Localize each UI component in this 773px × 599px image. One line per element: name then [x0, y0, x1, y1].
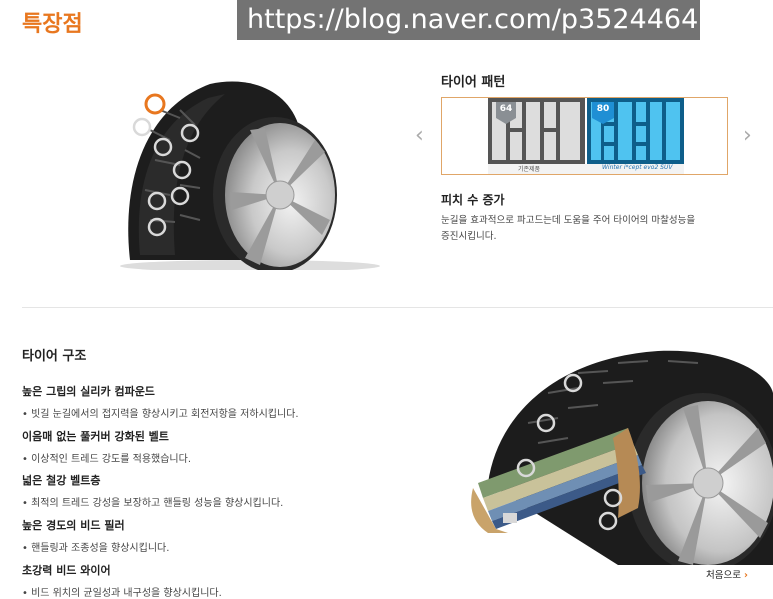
tread-pattern-panel: 64 80 기존제품 Winter i*cept evo2 SUV — [441, 97, 728, 175]
chevron-left-icon[interactable]: ‹ — [415, 123, 424, 148]
feature-heading: 높은 경도의 비드 필러 — [22, 519, 125, 532]
watermark: https://blog.naver.com/p3524464 — [237, 0, 700, 40]
left-pitch-badge: 64 — [499, 104, 513, 114]
feature-item: 높은 그립의 실리카 컴파운드 • 빗길 눈길에서의 접지력을 향상시키고 회전… — [22, 383, 299, 420]
structure-title: 타이어 구조 — [22, 349, 87, 364]
feature-desc: • 이상적인 트레드 강도를 적용했습니다. — [22, 454, 191, 465]
feature-desc: • 빗길 눈길에서의 접지력을 향상시키고 회전저항을 저하시킵니다. — [22, 409, 299, 420]
first-link[interactable]: 처음으로 › — [706, 567, 748, 581]
tread-compare-image — [488, 98, 684, 174]
pitch-desc-line1: 눈길을 효과적으로 파고드는데 도움을 주어 타이어의 마찰성능을 — [441, 215, 696, 226]
page-title: 특장점 — [22, 12, 83, 37]
tire-cutaway-image — [471, 350, 773, 565]
chevron-right-icon: › — [743, 570, 748, 581]
tire-tread-image — [120, 81, 380, 270]
feature-item: 초강력 비드 와이어 • 비드 위치의 균일성과 내구성을 향상시킵니다. — [22, 562, 222, 599]
feature-item: 높은 경도의 비드 필러 • 핸들링과 조종성을 향상시킵니다. — [22, 517, 169, 554]
feature-heading: 높은 그립의 실리카 컴파운드 — [22, 385, 155, 398]
tread-pattern-label: 타이어 패턴 — [441, 75, 506, 90]
feature-item: 넓은 철강 벨트층 • 최적의 트레드 강성을 보장하고 핸들링 성능을 향상시… — [22, 472, 283, 509]
pitch-desc-line2: 증진시킵니다. — [441, 231, 497, 242]
section-divider — [22, 307, 773, 308]
feature-heading: 넓은 철강 벨트층 — [22, 474, 101, 487]
pitch-title: 피치 수 증가 — [441, 193, 505, 207]
feature-heading: 이음매 없는 풀커버 강화된 벨트 — [22, 430, 169, 443]
left-caption: 기존제품 — [518, 166, 541, 173]
right-pitch-badge: 80 — [596, 104, 610, 114]
feature-heading: 초강력 비드 와이어 — [22, 564, 111, 577]
feature-item: 이음매 없는 풀커버 강화된 벨트 • 이상적인 트레드 강도를 적용했습니다. — [22, 428, 191, 465]
chevron-right-icon[interactable]: › — [743, 123, 752, 148]
pitch-description: 눈길을 효과적으로 파고드는데 도움을 주어 타이어의 마찰성능을 증진시킵니다… — [441, 213, 741, 245]
right-caption: Winter i*cept evo2 SUV — [602, 164, 673, 171]
feature-desc: • 핸들링과 조종성을 향상시킵니다. — [22, 543, 170, 554]
feature-desc: • 최적의 트레드 강성을 보장하고 핸들링 성능을 향상시킵니다. — [22, 498, 284, 509]
first-link-label: 처음으로 — [706, 570, 741, 581]
